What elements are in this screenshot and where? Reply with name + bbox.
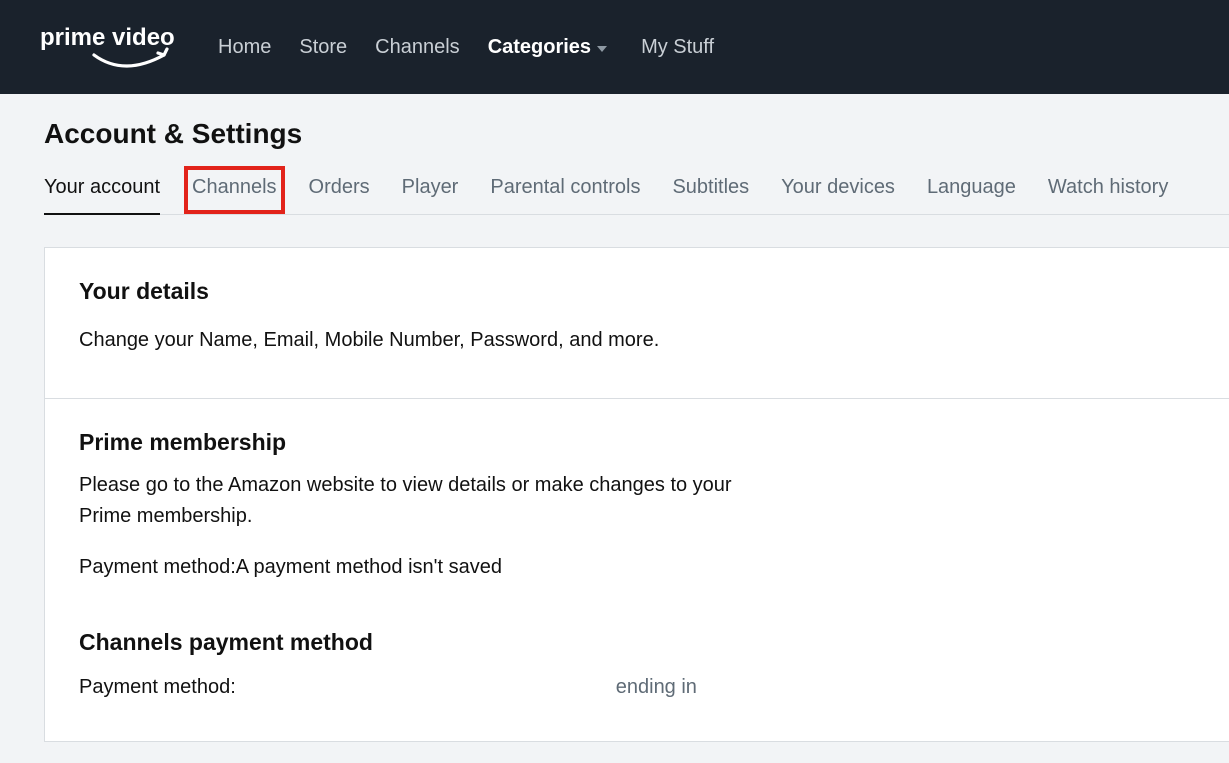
- settings-card: Your details Change your Name, Email, Mo…: [44, 247, 1229, 742]
- prime-payment-line: Payment method:A payment method isn't sa…: [79, 552, 739, 583]
- tab-orders[interactable]: Orders: [309, 176, 370, 214]
- channels-pm-heading: Channels payment method: [79, 629, 1195, 656]
- page-body: Account & Settings Your account Channels…: [0, 94, 1229, 742]
- nav-channels[interactable]: Channels: [375, 36, 460, 59]
- tab-watch-history[interactable]: Watch history: [1048, 176, 1168, 214]
- prime-heading: Prime membership: [79, 429, 1195, 456]
- section-prime-membership: Prime membership Please go to the Amazon…: [45, 399, 1229, 741]
- nav-store[interactable]: Store: [299, 36, 347, 59]
- channels-pm-label: Payment method:: [79, 676, 236, 699]
- page-title: Account & Settings: [44, 118, 1229, 150]
- tab-your-account[interactable]: Your account: [44, 176, 160, 215]
- channels-pm-row: Payment method: ending in: [79, 676, 1195, 699]
- nav-mystuff[interactable]: My Stuff: [641, 36, 714, 59]
- tab-player[interactable]: Player: [402, 176, 459, 214]
- tab-channels[interactable]: Channels: [192, 176, 277, 214]
- tab-parental-controls[interactable]: Parental controls: [490, 176, 640, 214]
- chevron-down-icon: [597, 46, 607, 52]
- tab-subtitles[interactable]: Subtitles: [672, 176, 749, 214]
- tab-language[interactable]: Language: [927, 176, 1016, 214]
- settings-tabs: Your account Channels Orders Player Pare…: [44, 176, 1229, 215]
- section-your-details[interactable]: Your details Change your Name, Email, Mo…: [45, 248, 1229, 399]
- nav-categories[interactable]: Categories: [488, 36, 607, 59]
- svg-text:prime video: prime video: [40, 24, 175, 51]
- top-nav: prime video Home Store Channels Categori…: [0, 0, 1229, 94]
- nav-home[interactable]: Home: [218, 36, 271, 59]
- your-details-heading: Your details: [79, 278, 1195, 305]
- prime-body: Please go to the Amazon website to view …: [79, 470, 739, 532]
- prime-video-logo[interactable]: prime video: [40, 15, 184, 79]
- your-details-body: Change your Name, Email, Mobile Number, …: [79, 325, 739, 356]
- nav-categories-label: Categories: [488, 36, 591, 59]
- tab-your-devices[interactable]: Your devices: [781, 176, 895, 214]
- channels-pm-value: ending in: [616, 676, 697, 699]
